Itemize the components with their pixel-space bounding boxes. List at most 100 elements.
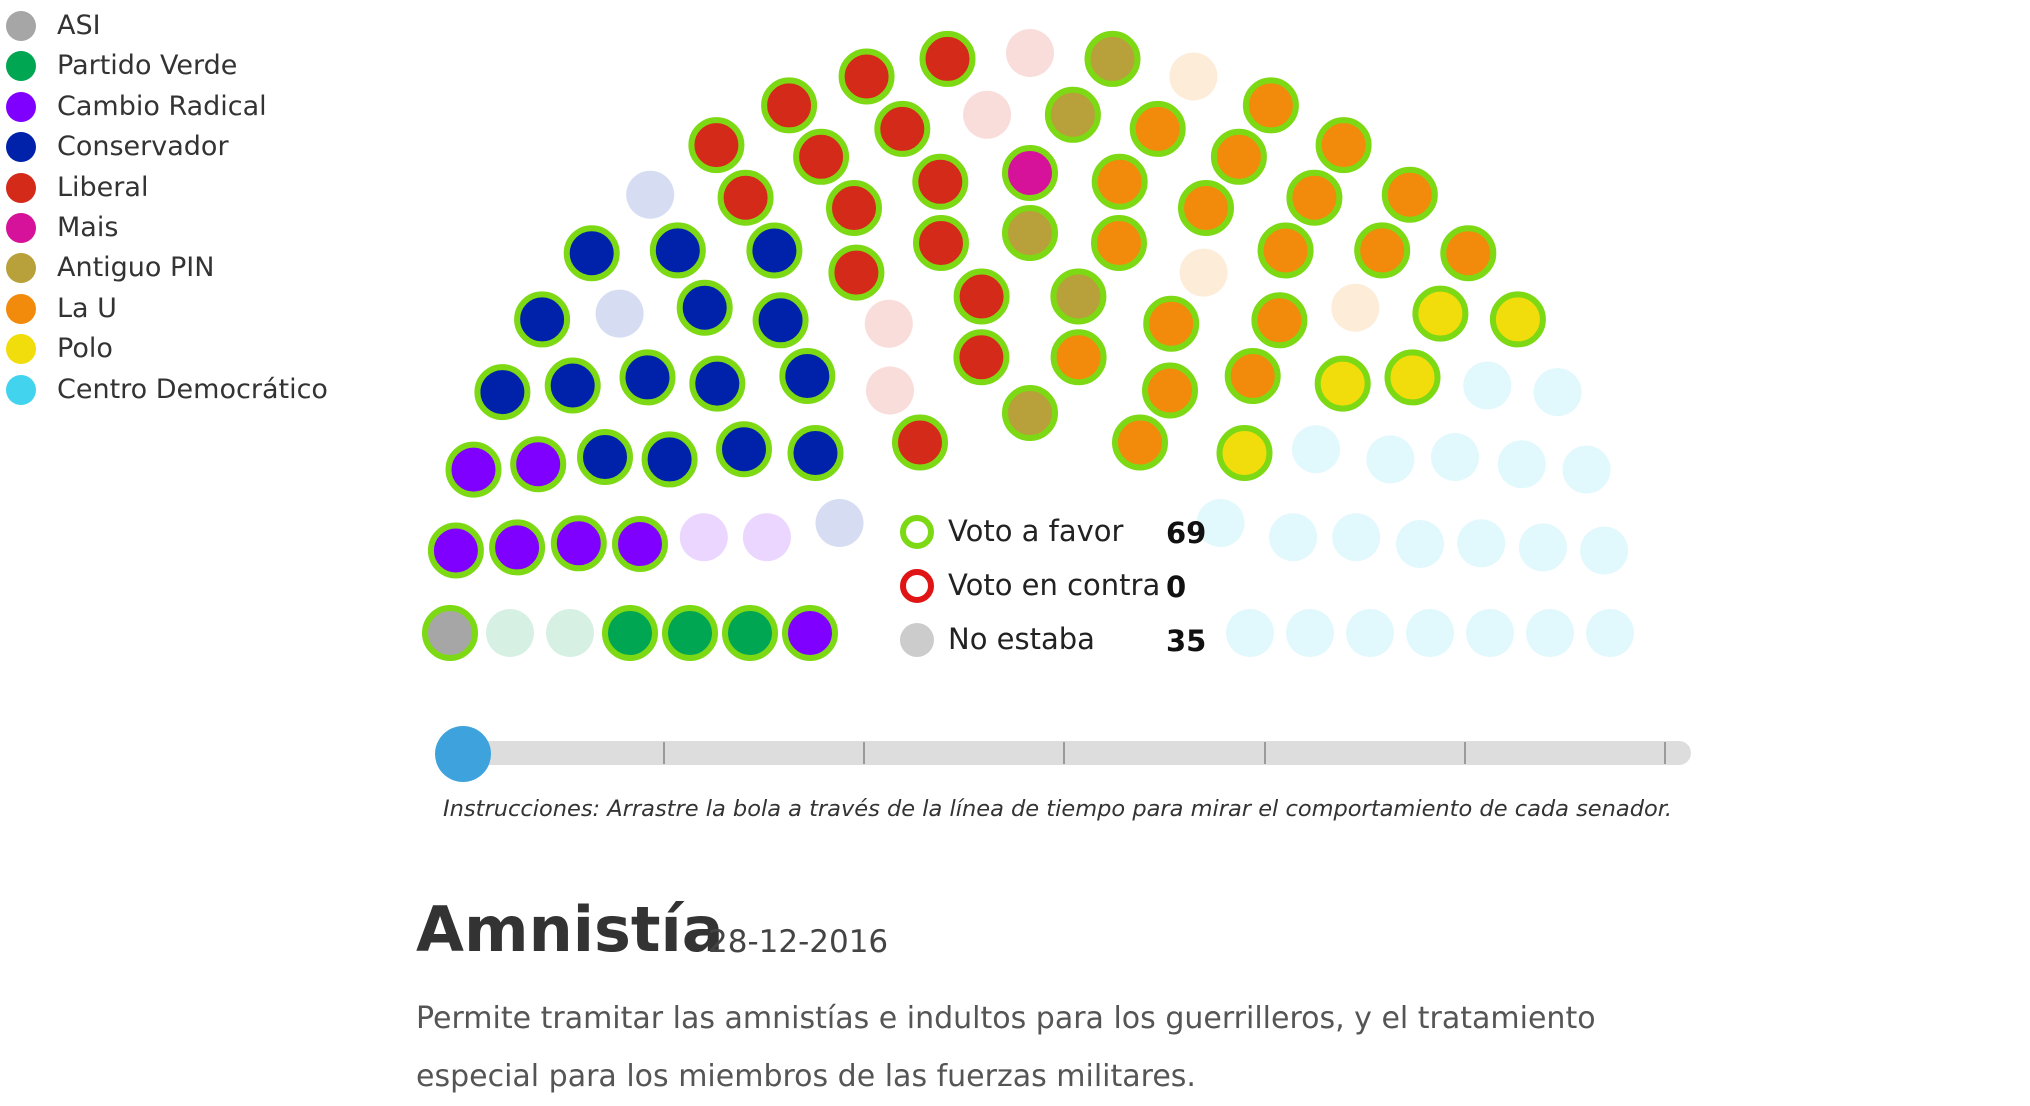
senator-seat[interactable] — [742, 513, 791, 562]
timeline-handle[interactable] — [435, 726, 491, 782]
senator-seat[interactable] — [1314, 355, 1371, 412]
senator-seat[interactable] — [782, 605, 838, 661]
senator-seat[interactable] — [514, 291, 571, 348]
senator-seat[interactable] — [422, 605, 478, 661]
senator-seat[interactable] — [689, 355, 746, 412]
senator-seat[interactable] — [1526, 609, 1574, 657]
senator-seat[interactable] — [1006, 29, 1054, 77]
senator-seat[interactable] — [1112, 414, 1168, 471]
senator-seat[interactable] — [953, 329, 1010, 386]
senator-seat[interactable] — [1044, 86, 1101, 143]
senator-seat[interactable] — [1466, 609, 1514, 657]
senator-seat[interactable] — [787, 425, 844, 481]
senator-seat[interactable] — [874, 100, 931, 157]
senator-seat[interactable] — [641, 431, 698, 488]
senator-seat[interactable] — [1002, 205, 1058, 261]
senator-seat[interactable] — [486, 609, 534, 657]
senator-seat[interactable] — [761, 77, 818, 134]
senator-seat[interactable] — [722, 605, 778, 661]
senator-seat[interactable] — [445, 441, 502, 498]
senator-seat[interactable] — [489, 519, 546, 576]
timeline-track[interactable] — [465, 741, 1691, 765]
senator-seat[interactable] — [1002, 145, 1058, 201]
senator-seat[interactable] — [1242, 77, 1299, 134]
senator-seat[interactable] — [1269, 513, 1318, 562]
senator-seat[interactable] — [912, 153, 969, 210]
senator-seat[interactable] — [1346, 609, 1394, 657]
senator-seat[interactable] — [1050, 268, 1107, 325]
senator-seat[interactable] — [474, 364, 531, 421]
senator-seat[interactable] — [1489, 291, 1546, 348]
senator-seat[interactable] — [679, 513, 728, 562]
senator-seat[interactable] — [619, 349, 676, 406]
senator-seat[interactable] — [919, 30, 976, 87]
senator-seat[interactable] — [815, 499, 864, 547]
senator-seat[interactable] — [1091, 215, 1147, 271]
senator-seat[interactable] — [1354, 222, 1411, 279]
senator-seat[interactable] — [866, 366, 914, 415]
senator-seat[interactable] — [752, 292, 809, 349]
senator-seat[interactable] — [427, 522, 484, 579]
senator-seat[interactable] — [1440, 225, 1497, 282]
senator-seat[interactable] — [1396, 520, 1444, 568]
senator-seat[interactable] — [550, 515, 607, 572]
senator-seat[interactable] — [1142, 362, 1198, 419]
senator-seat[interactable] — [1210, 128, 1267, 185]
senator-seat[interactable] — [1286, 169, 1343, 226]
senator-seat[interactable] — [1431, 433, 1479, 481]
senator-seat[interactable] — [1084, 30, 1141, 87]
senator-seat[interactable] — [1178, 180, 1234, 236]
senator-seat[interactable] — [1384, 349, 1441, 406]
senator-seat[interactable] — [716, 421, 772, 478]
senator-seat[interactable] — [1463, 361, 1512, 410]
senator-seat[interactable] — [1518, 523, 1567, 572]
senator-seat[interactable] — [546, 609, 594, 657]
senator-seat[interactable] — [649, 222, 706, 279]
senator-seat[interactable] — [688, 117, 745, 174]
senator-seat[interactable] — [1091, 153, 1148, 210]
senator-seat[interactable] — [838, 48, 895, 105]
senator-seat[interactable] — [1292, 425, 1340, 474]
senator-seat[interactable] — [892, 414, 948, 471]
senator-seat[interactable] — [602, 605, 658, 661]
senator-seat[interactable] — [1143, 295, 1200, 352]
senator-seat[interactable] — [1366, 435, 1415, 484]
senator-seat[interactable] — [913, 215, 969, 271]
senator-seat[interactable] — [826, 180, 882, 236]
senator-seat[interactable] — [1586, 609, 1634, 657]
senator-seat[interactable] — [612, 516, 668, 572]
senator-seat[interactable] — [662, 605, 718, 661]
senator-seat[interactable] — [828, 244, 885, 301]
senator-seat[interactable] — [1331, 283, 1380, 332]
senator-seat[interactable] — [1286, 609, 1334, 657]
senator-seat[interactable] — [1179, 248, 1228, 297]
senator-seat[interactable] — [1406, 609, 1454, 657]
senator-seat[interactable] — [577, 429, 633, 485]
senator-seat[interactable] — [626, 170, 675, 219]
senator-seat[interactable] — [1562, 445, 1611, 494]
senator-seat[interactable] — [510, 436, 567, 493]
senator-seat[interactable] — [779, 348, 836, 404]
senator-seat[interactable] — [1169, 52, 1218, 101]
senator-seat[interactable] — [1580, 526, 1629, 575]
senator-seat[interactable] — [595, 289, 644, 338]
senator-seat[interactable] — [544, 357, 601, 414]
senator-seat[interactable] — [1129, 100, 1186, 157]
senator-seat[interactable] — [793, 128, 850, 185]
senator-seat[interactable] — [1412, 285, 1469, 342]
senator-seat[interactable] — [563, 225, 620, 282]
senator-seat[interactable] — [864, 299, 913, 348]
senator-seat[interactable] — [1315, 117, 1372, 174]
senator-seat[interactable] — [1257, 222, 1314, 279]
senator-seat[interactable] — [953, 268, 1010, 325]
senator-seat[interactable] — [676, 279, 733, 336]
senator-seat[interactable] — [1457, 519, 1506, 568]
senator-seat[interactable] — [1497, 440, 1546, 489]
senator-seat[interactable] — [963, 90, 1012, 139]
senator-seat[interactable] — [1251, 292, 1308, 349]
senator-seat[interactable] — [1216, 425, 1273, 481]
senator-seat[interactable] — [1332, 513, 1381, 562]
senator-seat[interactable] — [746, 222, 803, 279]
senator-seat[interactable] — [1533, 368, 1582, 417]
senator-seat[interactable] — [1002, 385, 1058, 441]
